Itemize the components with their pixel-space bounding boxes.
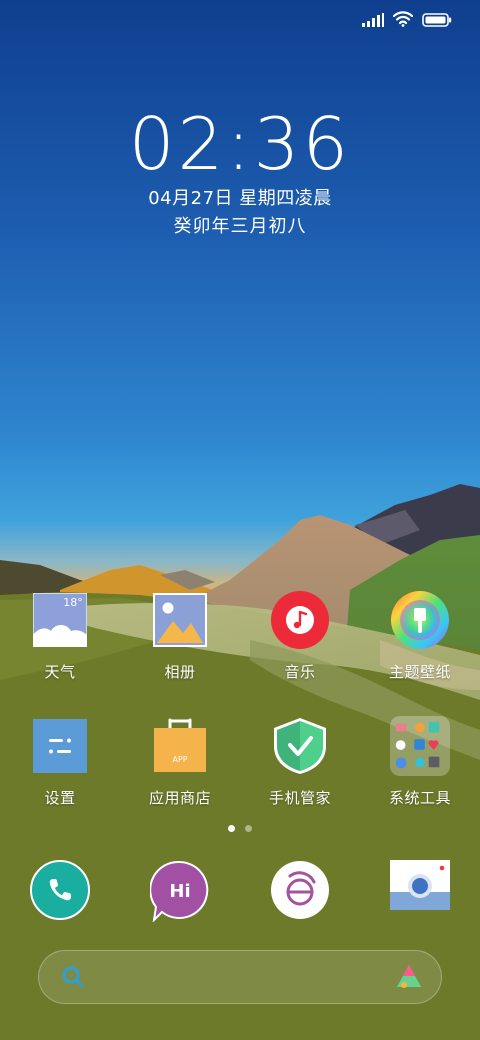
- camera-icon: [390, 860, 450, 914]
- app-gallery[interactable]: 相册: [120, 590, 240, 716]
- status-icons: [362, 11, 452, 31]
- app-weather[interactable]: 18° 天气: [0, 590, 120, 716]
- search-icon: [61, 965, 85, 993]
- app-row: 18° 天气 相册 音乐 主题壁纸: [0, 590, 480, 716]
- search-bar[interactable]: [38, 950, 442, 1004]
- app-grid: 18° 天气 相册 音乐 主题壁纸 设置 APP 应用商店 手机管家 系统工具: [0, 590, 480, 842]
- store-bag-icon: APP: [150, 716, 210, 776]
- app-label: 相册: [164, 663, 196, 681]
- app-themes[interactable]: 主题壁纸: [360, 590, 480, 716]
- messages-icon: Hi: [149, 860, 210, 926]
- app-label: 手机管家: [268, 789, 331, 807]
- battery-icon: [422, 12, 452, 31]
- messages-text: Hi: [169, 881, 190, 902]
- signal-icon: [362, 12, 384, 31]
- clock-date: 04月27日 星期四凌晨: [148, 188, 332, 209]
- app-settings[interactable]: 设置: [0, 716, 120, 842]
- app-row: 设置 APP 应用商店 手机管家 系统工具: [0, 716, 480, 842]
- page-dot[interactable]: [245, 825, 252, 832]
- app-label: 音乐: [284, 663, 316, 681]
- settings-icon: [30, 716, 90, 776]
- assistant-icon[interactable]: [395, 963, 423, 995]
- app-label: 天气: [44, 663, 76, 681]
- dock-phone[interactable]: [0, 860, 120, 922]
- app-label: 主题壁纸: [388, 663, 451, 681]
- weather-icon: 18°: [30, 590, 90, 650]
- themes-icon: [390, 590, 450, 650]
- app-app-store[interactable]: APP 应用商店: [120, 716, 240, 842]
- store-badge: APP: [172, 755, 187, 764]
- phone-icon: [30, 860, 90, 924]
- shield-icon: [270, 716, 330, 776]
- wifi-icon: [392, 11, 414, 31]
- music-icon: [270, 590, 330, 650]
- dock-camera[interactable]: [360, 860, 480, 922]
- folder-system-tools[interactable]: 系统工具: [360, 716, 480, 842]
- dock: Hi: [0, 860, 480, 923]
- dock-browser[interactable]: [240, 860, 360, 922]
- weather-temp: 18°: [63, 596, 83, 609]
- gallery-icon: [150, 590, 210, 650]
- folder-icon: [390, 716, 450, 776]
- clock-lunar-date: 癸卯年三月初八: [173, 216, 307, 237]
- app-label: 系统工具: [388, 789, 451, 807]
- app-label: 应用商店: [148, 789, 211, 807]
- app-music[interactable]: 音乐: [240, 590, 360, 716]
- page-dot-active[interactable]: [228, 825, 235, 832]
- browser-icon: [270, 860, 330, 924]
- app-label: 设置: [44, 789, 76, 807]
- status-bar: [0, 0, 480, 40]
- app-security[interactable]: 手机管家: [240, 716, 360, 842]
- dock-messages[interactable]: Hi: [120, 860, 240, 923]
- home-screen: 02:36 04月27日 星期四凌晨 癸卯年三月初八 18° 天气 相册 音乐 …: [0, 0, 480, 1040]
- clock-time: 02:36: [128, 102, 352, 186]
- clock-widget[interactable]: 02:36 04月27日 星期四凌晨 癸卯年三月初八: [0, 104, 480, 242]
- page-indicator: [0, 825, 480, 832]
